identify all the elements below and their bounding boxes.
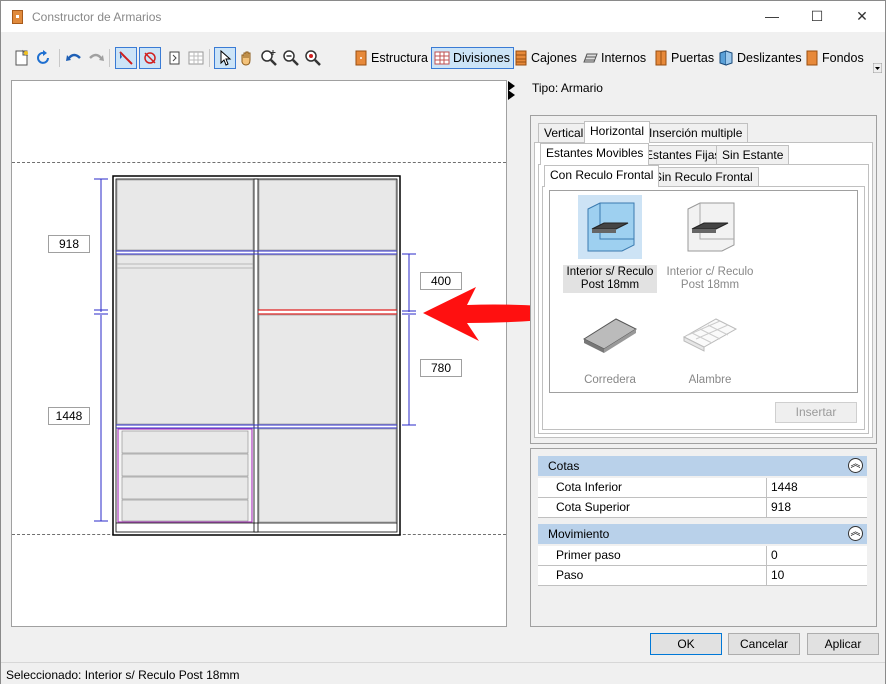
pointer-icon[interactable] (214, 47, 236, 69)
dim-label-right-lower[interactable]: 780 (420, 359, 462, 377)
category-movimiento-label: Movimiento (548, 527, 610, 541)
window-title: Constructor de Armarios (32, 10, 162, 24)
new-icon[interactable] (13, 47, 31, 69)
undo-icon[interactable] (65, 47, 83, 69)
toolbar-divisiones-button[interactable]: Divisiones (431, 47, 514, 69)
gallery-item-corredera[interactable]: Corredera (563, 303, 657, 388)
zoom-out-icon[interactable] (282, 47, 300, 69)
redo-icon[interactable] (87, 47, 105, 69)
title-bar: Constructor de Armarios — ☐ ✕ (1, 1, 885, 32)
insert-button[interactable]: Insertar (775, 402, 857, 423)
toolbar-estructura-label: Estructura (371, 51, 428, 65)
tab-vertical[interactable]: Vertical (538, 123, 590, 143)
toolbar-fondos-button[interactable]: Fondos (805, 47, 864, 69)
bracket-icon[interactable] (165, 47, 183, 69)
status-bar: Seleccionado: Interior s/ Reculo Post 18… (1, 662, 885, 684)
zoom-in-icon[interactable] (260, 47, 278, 69)
toolbar-overflow-button[interactable] (873, 57, 882, 79)
toolbar-puertas-label: Puertas (671, 51, 715, 65)
apply-button[interactable]: Aplicar (807, 633, 879, 655)
toolbar-fondos-label: Fondos (822, 51, 864, 65)
cancel-button[interactable]: Cancelar (728, 633, 800, 655)
app-icon (12, 10, 23, 24)
drawers-icon (515, 50, 527, 66)
type-label: Tipo: Armario (532, 81, 603, 95)
toolbar-internos-button[interactable]: Internos (582, 47, 646, 69)
category-movimiento[interactable]: Movimiento ︽ (538, 524, 867, 544)
gallery-item-interior-sin-reculo[interactable]: Interior s/ Reculo Post 18mm (563, 195, 657, 293)
select-part-icon[interactable] (115, 47, 137, 69)
dim-label-upper[interactable]: 918 (48, 235, 90, 253)
collapse-cotas-icon[interactable]: ︽ (848, 458, 863, 473)
toolbar-deslizantes-label: Deslizantes (737, 51, 802, 65)
maximize-button[interactable]: ☐ (794, 1, 840, 32)
wardrobe-drawing (94, 175, 416, 536)
category-cotas[interactable]: Cotas ︽ (538, 456, 867, 476)
property-row-paso[interactable]: Paso 10 (538, 566, 867, 586)
gallery-item-alambre[interactable]: Alambre (663, 303, 757, 388)
property-row-primer-paso[interactable]: Primer paso 0 (538, 546, 867, 566)
gallery-item-interior-con-reculo[interactable]: Interior c/ Reculo Post 18mm (663, 195, 757, 293)
property-name: Paso (556, 568, 584, 582)
back-panel-icon (806, 50, 818, 66)
property-value[interactable]: 918 (766, 498, 867, 517)
toolbar-cajones-label: Cajones (531, 51, 577, 65)
grid-icon (434, 51, 450, 65)
refresh-icon[interactable] (35, 47, 53, 69)
property-value[interactable]: 0 (766, 546, 867, 565)
property-row-cota-superior[interactable]: Cota Superior 918 (538, 498, 867, 518)
toolbar-puertas-button[interactable]: Puertas (654, 47, 714, 69)
toolbar-internos-label: Internos (601, 51, 647, 65)
property-value[interactable]: 10 (766, 566, 867, 585)
tab-sin-estante[interactable]: Sin Estante (716, 145, 790, 165)
ok-button[interactable]: OK (650, 633, 722, 655)
toolbar-cajones-button[interactable]: Cajones (514, 47, 577, 69)
dim-label-lower[interactable]: 1448 (48, 407, 90, 425)
shelf-unit-recessed-icon (678, 195, 742, 259)
property-value[interactable]: 1448 (766, 478, 867, 497)
tab-con-reculo-frontal[interactable]: Con Reculo Frontal (544, 165, 660, 187)
tab-insercion-multiple[interactable]: Inserción multiple (643, 123, 749, 143)
property-name: Primer paso (556, 548, 621, 562)
tab-horizontal[interactable]: Horizontal (584, 121, 651, 143)
shelves-icon (583, 53, 598, 63)
select-region-icon[interactable] (139, 47, 161, 69)
collapse-movimiento-icon[interactable]: ︽ (848, 526, 863, 541)
gallery-item-label: Corredera (584, 374, 636, 386)
wire-basket-icon (678, 303, 742, 367)
app-window: Constructor de Armarios — ☐ ✕ Estructura… (0, 0, 886, 684)
slide-tray-icon (578, 303, 642, 367)
property-name: Cota Inferior (556, 480, 623, 494)
toolbar-estructura-button[interactable]: Estructura (354, 47, 428, 69)
property-row-cota-inferior[interactable]: Cota Inferior 1448 (538, 478, 867, 498)
shelf-gallery: Interior s/ Reculo Post 18mm Interior c/… (549, 190, 858, 393)
toolbar: Estructura Divisiones Cajones Internos P… (9, 45, 882, 73)
tab-estantes-fijas[interactable]: Estantes Fijas (639, 145, 727, 165)
status-text: Seleccionado: Interior s/ Reculo Post 18… (6, 668, 240, 682)
toolbar-divisiones-label: Divisiones (453, 51, 510, 65)
door-icon (655, 50, 667, 66)
minimize-button[interactable]: — (749, 1, 795, 32)
gallery-item-label: Interior c/ Reculo Post 18mm (666, 266, 754, 291)
panel-expand-icon[interactable] (508, 90, 515, 100)
table-icon[interactable] (187, 47, 205, 69)
shelf-unit-icon (578, 195, 642, 259)
wardrobe-icon (355, 50, 367, 66)
gallery-item-label: Alambre (688, 374, 732, 386)
drawing-canvas[interactable]: 918 1448 400 780 (11, 80, 507, 627)
category-cotas-label: Cotas (548, 459, 580, 473)
tab-estantes-movibles[interactable]: Estantes Movibles (540, 143, 650, 165)
zoom-fit-icon[interactable] (304, 47, 322, 69)
pan-hand-icon[interactable] (238, 47, 256, 69)
close-button[interactable]: ✕ (839, 1, 885, 32)
sliding-door-icon (719, 50, 733, 66)
property-name: Cota Superior (556, 500, 631, 514)
gallery-item-label: Interior s/ Reculo Post 18mm (563, 265, 657, 293)
tab-sin-reculo-frontal[interactable]: Sin Reculo Frontal (648, 167, 759, 187)
toolbar-deslizantes-button[interactable]: Deslizantes (718, 47, 802, 69)
